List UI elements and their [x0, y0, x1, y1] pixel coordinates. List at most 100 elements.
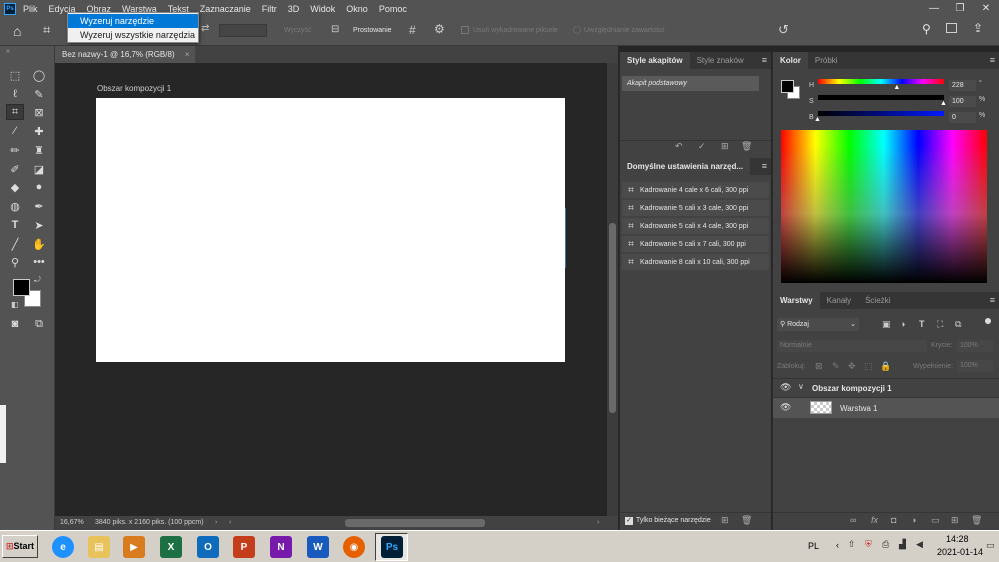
opacity-input[interactable]: 100%	[957, 340, 993, 352]
clear-button[interactable]: Wyczyść	[284, 27, 312, 34]
layers-menu-icon[interactable]: ≡	[990, 295, 995, 305]
lasso-icon[interactable]: ℓ	[6, 86, 24, 102]
lock-all-icon[interactable]: 🔒	[880, 361, 891, 372]
paragraph-style-item[interactable]: Akapit podstawowy	[622, 76, 759, 91]
marquee-ellipse-icon[interactable]: ◯	[30, 67, 48, 83]
lock-transparent-icon[interactable]: ⊠	[815, 361, 823, 372]
document-tab[interactable]: Bez nazwy-1 @ 16,7% (RGB/8) ×	[55, 46, 195, 63]
delete-preset-icon[interactable]: 🗑	[741, 515, 752, 526]
artboard-tool-icon[interactable]: ⬚	[6, 67, 24, 83]
tab-tool-presets[interactable]: Domyślne ustawienia narzęd...	[620, 158, 751, 175]
clone-stamp-icon[interactable]: ♜	[30, 142, 48, 158]
tray-network-icon[interactable]: ▟	[899, 539, 906, 550]
tab-paths[interactable]: Ścieżki	[858, 292, 897, 309]
reset-icon[interactable]: ↺	[778, 22, 789, 38]
presets-menu-icon[interactable]: ≡	[762, 161, 767, 171]
hue-slider[interactable]	[818, 79, 944, 84]
saturation-thumb[interactable]: ▲	[940, 100, 947, 107]
content-aware-checkbox[interactable]	[573, 26, 581, 34]
tray-upload-icon[interactable]: ⇧	[848, 539, 856, 550]
menu-file[interactable]: Plik	[23, 4, 38, 14]
scroll-right-icon[interactable]: ›	[597, 516, 599, 530]
notifications-icon[interactable]: ▭	[986, 540, 995, 551]
adjustment-layer-icon[interactable]: ◑	[911, 515, 916, 525]
workspace-icon[interactable]	[946, 23, 957, 33]
photoshop-logo-icon[interactable]: Ps	[4, 2, 16, 15]
eyedropper-icon[interactable]: ⁄	[6, 123, 24, 139]
new-preset-icon[interactable]: ⊞	[721, 515, 729, 526]
preset-item[interactable]: ⌗ Kadrowanie 8 cali x 10 cali, 300 ppi	[622, 254, 769, 270]
menu-3d[interactable]: 3D	[288, 4, 300, 14]
tray-volume-icon[interactable]: ◀	[916, 539, 923, 550]
lock-image-icon[interactable]: ✎	[832, 361, 840, 372]
vertical-scroll-thumb[interactable]	[609, 223, 616, 413]
photoshop-task-button[interactable]: Ps	[375, 533, 408, 561]
scroll-left-icon[interactable]: ‹	[229, 516, 231, 530]
paint-bucket-icon[interactable]: ◆	[6, 179, 24, 195]
layer-style-icon[interactable]: fx	[871, 515, 878, 525]
status-arrow-icon[interactable]: ›	[215, 516, 217, 530]
file-explorer-icon[interactable]: ▤	[88, 536, 110, 558]
new-layer-icon[interactable]: ⊞	[951, 515, 959, 526]
restore-icon[interactable]: ❐	[951, 3, 969, 14]
brightness-thumb[interactable]: ▲	[814, 116, 821, 123]
crop-tool-icon[interactable]: ⌗	[43, 22, 50, 38]
language-indicator[interactable]: PL	[808, 541, 819, 551]
new-group-icon[interactable]: ▭	[931, 515, 940, 526]
quick-mask-icon[interactable]: ◙	[6, 316, 24, 332]
line-tool-icon[interactable]: ╱	[6, 236, 24, 252]
foreground-color-swatch[interactable]	[13, 279, 30, 296]
lock-artboard-icon[interactable]: ⬚	[864, 361, 873, 372]
menu-filter[interactable]: Filtr	[262, 4, 277, 14]
zoom-icon[interactable]: ⚲	[6, 254, 24, 270]
straighten-icon[interactable]: ⊟	[331, 24, 339, 35]
powerpoint-icon[interactable]: P	[233, 536, 255, 558]
visibility-eye-icon[interactable]: 👁	[780, 402, 791, 413]
tab-character-styles[interactable]: Style znaków	[690, 52, 751, 69]
excel-icon[interactable]: X	[160, 536, 182, 558]
current-tool-only-checkbox[interactable]: ✓	[625, 517, 633, 525]
zoom-level[interactable]: 16,67%	[60, 516, 84, 530]
crop-icon[interactable]: ⌗	[6, 104, 24, 120]
tab-channels[interactable]: Kanały	[820, 292, 858, 309]
vertical-scrollbar[interactable]	[607, 63, 618, 516]
brush-icon[interactable]: ✏	[6, 142, 24, 158]
filter-adjustment-icon[interactable]: ◑	[900, 319, 905, 329]
path-select-icon[interactable]: ➤	[30, 217, 48, 233]
collapse-icon[interactable]: »	[6, 48, 10, 55]
hue-thumb[interactable]: ▲	[893, 84, 900, 91]
artboard[interactable]	[96, 98, 565, 362]
gear-icon[interactable]: ⚙	[434, 22, 445, 36]
tab-layers[interactable]: Warstwy	[773, 292, 820, 309]
overlay-grid-icon[interactable]: #	[409, 23, 416, 37]
color-fg-swatch[interactable]	[781, 80, 794, 93]
horizontal-scroll-thumb[interactable]	[345, 519, 485, 527]
add-mask-icon[interactable]: ◘	[891, 515, 896, 525]
start-button[interactable]: ⊞Start	[2, 535, 38, 558]
delete-layer-icon[interactable]: 🗑	[971, 515, 982, 526]
brightness-input[interactable]: 0	[949, 112, 976, 123]
search-icon[interactable]: ⚲	[922, 22, 931, 36]
type-tool-icon[interactable]: T	[6, 217, 24, 233]
menu-view[interactable]: Widok	[310, 4, 335, 14]
swap-colors-icon[interactable]: ⤾	[34, 275, 41, 285]
close-icon[interactable]: ✕	[977, 3, 995, 14]
blend-mode-select[interactable]: Normalnie	[777, 340, 927, 352]
minimize-icon[interactable]: —	[925, 3, 943, 14]
swap-icon[interactable]: ⇄	[201, 23, 209, 34]
filter-smart-icon[interactable]: ⧉	[955, 319, 961, 330]
lock-position-icon[interactable]: ✥	[848, 361, 856, 372]
clear-override-icon[interactable]: ↶	[675, 141, 683, 152]
firefox-icon[interactable]: ◉	[343, 536, 365, 558]
visibility-eye-icon[interactable]: 👁	[780, 382, 791, 393]
tab-close-icon[interactable]: ×	[185, 50, 190, 59]
menu-select[interactable]: Zaznaczanie	[200, 4, 251, 14]
tray-device-icon[interactable]: ⎙	[882, 539, 889, 550]
menu-window[interactable]: Okno	[346, 4, 368, 14]
healing-brush-icon[interactable]: ✚	[30, 123, 48, 139]
history-brush-icon[interactable]: ✐	[6, 161, 24, 177]
clock-date[interactable]: 2021-01-14	[937, 547, 983, 557]
clock-time[interactable]: 14:28	[946, 534, 969, 544]
saturation-slider[interactable]	[818, 95, 944, 100]
fill-input[interactable]: 100%	[957, 360, 993, 372]
